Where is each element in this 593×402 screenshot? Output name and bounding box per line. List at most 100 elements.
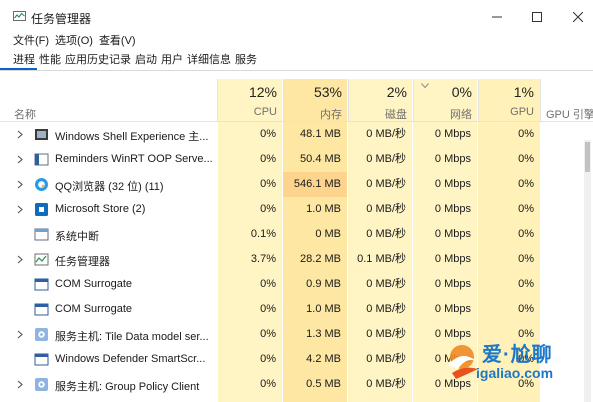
menu-view[interactable]: 查看(V) — [99, 32, 142, 50]
cell-net: 0 Mbps — [434, 303, 471, 315]
cell-disk: 0 MB/秒 — [366, 153, 406, 165]
cell-gpu: 0% — [518, 278, 534, 290]
cell-net: 0 Mbps — [434, 253, 471, 265]
table-row[interactable]: Microsoft Store (2) 0% 1.0 MB 0 MB/秒 0 Mbps 0… — [0, 197, 593, 222]
shell-icon — [35, 129, 48, 140]
cell-cpu: 0% — [260, 328, 276, 340]
system-interrupt-icon — [34, 228, 49, 241]
process-name: 系统中断 — [55, 231, 99, 243]
cell-mem: 546.1 MB — [283, 172, 347, 197]
minimize-button[interactable] — [477, 4, 517, 30]
cell-mem: 0 MB — [315, 228, 341, 240]
tab-details[interactable]: 详细信息 — [185, 50, 233, 70]
expand-chevron-icon[interactable] — [17, 255, 23, 264]
disk-header-label: 磁盘 — [385, 109, 407, 121]
service-host-icon — [35, 328, 48, 341]
network-total-percent: 0% — [451, 84, 472, 100]
maximize-icon — [532, 12, 542, 22]
com-surrogate-icon — [34, 303, 49, 316]
cell-net: 0 Mbps — [434, 128, 471, 140]
cell-cpu: 0% — [260, 203, 276, 215]
store-icon — [35, 203, 48, 216]
cell-gpu: 0% — [518, 128, 534, 140]
column-header-name[interactable]: 名称 — [14, 106, 36, 122]
cell-net: 0 Mbps — [434, 228, 471, 240]
tab-performance[interactable]: 性能 — [37, 50, 63, 70]
cell-gpu: 0% — [518, 253, 534, 265]
tab-startup[interactable]: 启动 — [133, 50, 159, 70]
column-header-disk[interactable]: 2% 磁盘 — [348, 79, 413, 121]
expand-chevron-icon[interactable] — [17, 205, 23, 214]
qq-browser-icon — [35, 178, 48, 191]
tab-bar: 进程 性能 应用历史记录 启动 用户 详细信息 服务 — [0, 50, 593, 71]
cell-disk: 0 MB/秒 — [366, 378, 406, 390]
service-host-icon — [35, 378, 48, 391]
expand-chevron-icon[interactable] — [17, 180, 23, 189]
gpu-engine-header-label: GPU 引擎 — [546, 109, 593, 121]
table-row[interactable]: QQ浏览器 (32 位) (11) 0% 546.1 MB 0 MB/秒 0 Mbps 0… — [0, 172, 593, 197]
cell-cpu: 0% — [260, 153, 276, 165]
cell-disk: 0 MB/秒 — [366, 128, 406, 140]
close-icon — [573, 12, 583, 22]
table-row[interactable]: COM Surrogate 0% 1.0 MB 0 MB/秒 0 Mbps 0% — [0, 297, 593, 322]
gpu-header-label: GPU — [510, 106, 534, 118]
table-row[interactable]: COM Surrogate 0% 0.9 MB 0 MB/秒 0 Mbps 0% — [0, 272, 593, 297]
cell-net: 0 Mbps — [434, 278, 471, 290]
cell-cpu: 0% — [260, 353, 276, 365]
cell-mem: 1.0 MB — [306, 303, 341, 315]
tab-processes[interactable]: 进程 — [0, 50, 37, 70]
process-name: COM Surrogate — [55, 303, 133, 315]
menu-bar: 文件(F) 选项(O) 查看(V) — [0, 32, 142, 50]
expand-chevron-icon[interactable] — [17, 380, 23, 389]
cell-disk: 0.1 MB/秒 — [357, 253, 406, 265]
cell-cpu: 0.1% — [250, 228, 276, 240]
cell-mem: 1.3 MB — [306, 328, 341, 340]
column-header-memory[interactable]: 53% 内存 — [283, 79, 348, 121]
cell-gpu: 0% — [518, 178, 534, 190]
table-row[interactable]: Windows Shell Experience 主... 0% 48.1 MB 0 … — [0, 122, 593, 147]
cpu-total-percent: 12% — [248, 84, 277, 100]
menu-file[interactable]: 文件(F) — [0, 32, 55, 50]
tab-services[interactable]: 服务 — [233, 50, 259, 70]
expand-chevron-icon[interactable] — [17, 155, 23, 164]
expand-chevron-icon[interactable] — [17, 130, 23, 139]
table-row[interactable]: 系统中断 0.1% 0 MB 0 MB/秒 0 Mbps 0% — [0, 222, 593, 247]
cell-cpu: 0% — [260, 278, 276, 290]
scrollbar-thumb[interactable] — [585, 142, 590, 172]
memory-header-label: 内存 — [320, 109, 342, 121]
cell-mem: 0.5 MB — [306, 378, 341, 390]
tab-app-history[interactable]: 应用历史记录 — [63, 50, 133, 70]
table-row[interactable]: 任务管理器 3.7% 28.2 MB 0.1 MB/秒 0 Mbps 0% — [0, 247, 593, 272]
menu-options[interactable]: 选项(O) — [55, 32, 99, 50]
reminders-icon — [34, 153, 49, 166]
cell-disk: 0 MB/秒 — [366, 178, 406, 190]
cell-mem: 28.2 MB — [300, 253, 341, 265]
tab-users[interactable]: 用户 — [159, 50, 185, 70]
watermark-title: 爱·尬聊 — [482, 344, 553, 366]
process-name: Windows Defender SmartScr... — [55, 353, 206, 365]
process-name: 任务管理器 — [55, 256, 110, 268]
cell-disk: 0 MB/秒 — [366, 328, 406, 340]
cell-gpu: 0% — [518, 203, 534, 215]
network-header-label: 网络 — [450, 109, 472, 121]
process-name: Reminders WinRT OOP Serve... — [55, 153, 213, 165]
column-header-gpu[interactable]: 1% GPU — [478, 79, 540, 121]
column-header-cpu[interactable]: 12% CPU — [217, 79, 283, 121]
minimize-icon — [492, 16, 502, 18]
table-row[interactable]: Reminders WinRT OOP Serve... 0% 50.4 MB 0 M… — [0, 147, 593, 172]
memory-total-percent: 53% — [313, 84, 342, 100]
close-button[interactable] — [558, 4, 593, 30]
process-name: 服务主机: Group Policy Client — [55, 381, 200, 393]
com-surrogate-icon — [34, 278, 49, 291]
process-name: QQ浏览器 (32 位) (11) — [55, 181, 164, 193]
cell-cpu: 0% — [260, 178, 276, 190]
cell-mem: 0.9 MB — [306, 278, 341, 290]
watermark-url: igaliao.com — [476, 365, 554, 381]
defender-icon — [34, 353, 49, 366]
maximize-button[interactable] — [517, 4, 557, 30]
cell-cpu: 0% — [260, 128, 276, 140]
expand-chevron-icon[interactable] — [17, 330, 23, 339]
cell-disk: 0 MB/秒 — [366, 228, 406, 240]
sort-chevron-icon — [421, 83, 429, 89]
window-title: 任务管理器 — [31, 12, 92, 26]
